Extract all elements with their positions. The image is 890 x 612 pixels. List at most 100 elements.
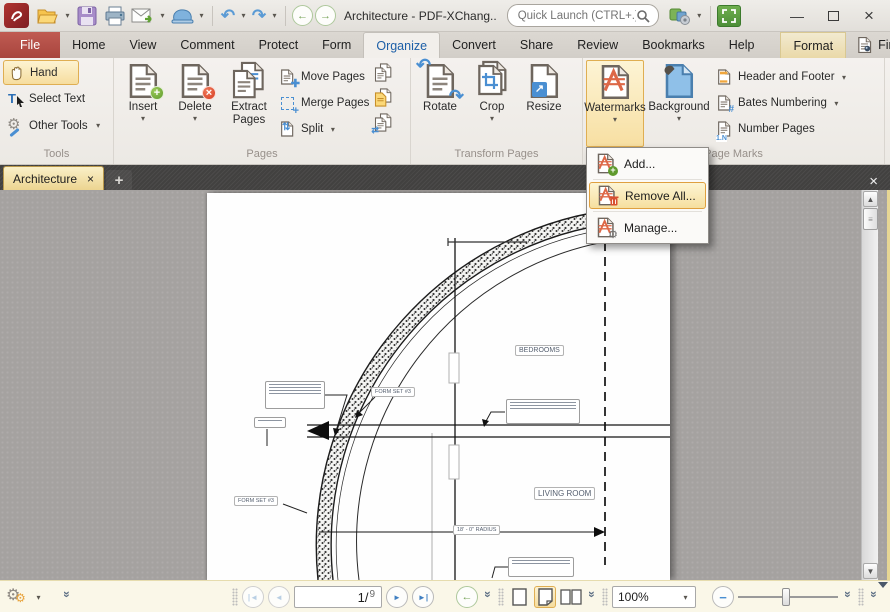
close-button[interactable]: × [852, 4, 886, 28]
save-icon[interactable] [74, 4, 100, 28]
watermarks-button[interactable]: Watermarks ▾ [586, 60, 644, 147]
document-canvas[interactable]: BEDROOMS LIVING ROOM FORM SET #3 FORM SE… [0, 190, 890, 580]
tab-file[interactable]: File [0, 32, 60, 58]
toolbar-drag-handle[interactable] [858, 588, 864, 606]
tab-view[interactable]: View [118, 32, 169, 58]
minimize-button[interactable]: — [780, 4, 814, 28]
next-page-button[interactable]: ► [386, 586, 408, 608]
hand-tool-button[interactable]: Hand [3, 60, 79, 85]
email-caret[interactable]: ▾ [158, 11, 167, 20]
page-number-input[interactable]: 1/9 [294, 586, 382, 608]
vertical-scrollbar[interactable]: ▲ ≡ ▼ [861, 190, 878, 580]
resize-button[interactable]: ↗ Resize [518, 60, 570, 147]
merge-pages-button[interactable]: + Merge Pages [277, 90, 371, 116]
undo-caret[interactable]: ▾ [239, 11, 248, 20]
other-tools-button[interactable]: ⚙ Other Tools ▾ [3, 112, 110, 139]
two-page-layout-icon[interactable] [560, 586, 582, 608]
number-pages-button[interactable]: 1.N Number Pages [714, 116, 851, 142]
previous-view-button[interactable]: ← [456, 586, 478, 608]
open-file-icon[interactable] [35, 4, 61, 28]
open-file-caret[interactable]: ▾ [63, 11, 72, 20]
swap-pages-icon[interactable]: ⇄ [373, 113, 393, 133]
redo-icon[interactable]: ↷ [250, 4, 268, 28]
zoom-slider-handle[interactable] [782, 588, 790, 606]
tab-help[interactable]: Help [717, 32, 767, 58]
tab-convert[interactable]: Convert [440, 32, 508, 58]
tab-share[interactable]: Share [508, 32, 565, 58]
menu-item-remove-all-watermarks[interactable]: Remove All... [589, 182, 706, 209]
header-footer-button[interactable]: Header and Footer ▾ [714, 64, 851, 90]
history-forward-button[interactable]: → [315, 5, 336, 26]
flatten-icon[interactable] [169, 4, 195, 28]
last-page-button[interactable]: ►| [412, 586, 434, 608]
tab-protect[interactable]: Protect [247, 32, 311, 58]
group-tools: Hand T Select Text ⚙ Other Tools ▾ Tools [0, 58, 114, 164]
status-options-caret[interactable]: ▾ [34, 593, 43, 602]
replace-pages-icon[interactable] [373, 88, 393, 108]
split-button[interactable]: ⇅ Split ▾ [277, 116, 371, 142]
scrollbar-thumb[interactable]: ≡ [863, 208, 878, 230]
tab-form[interactable]: Form [310, 32, 363, 58]
zoom-level-select[interactable]: 100% ▾ [612, 586, 696, 608]
duplicate-pages-icon[interactable] [373, 63, 393, 83]
find-document-icon[interactable] [856, 36, 873, 54]
close-document-icon[interactable]: × [857, 173, 890, 190]
history-back-button[interactable]: ← [292, 5, 313, 26]
ui-options-icon[interactable] [667, 4, 693, 28]
insert-button[interactable]: + Insert ▾ [117, 60, 169, 147]
group-pages: + Insert ▾ × Delete ▾ Extract Pages ✚ Mo… [114, 58, 411, 164]
expand-panel-chevrons-icon[interactable]: » [60, 591, 74, 603]
delete-label: Delete [178, 101, 211, 114]
maximize-button[interactable] [816, 4, 850, 28]
zoom-slider[interactable] [738, 596, 838, 598]
redo-caret[interactable]: ▾ [270, 11, 279, 20]
more-views-chevrons-icon[interactable]: » [481, 591, 495, 603]
more-zoom-chevrons-icon[interactable]: » [841, 591, 855, 603]
tab-bookmarks[interactable]: Bookmarks [630, 32, 717, 58]
email-icon[interactable] [130, 4, 156, 28]
status-options-gear-icon[interactable]: ⚙ ⚙ [6, 587, 30, 607]
fullscreen-icon[interactable] [717, 5, 741, 27]
move-pages-button[interactable]: ✚ Move Pages [277, 64, 371, 90]
rotate-button[interactable]: ↶ ↷ Rotate [414, 60, 466, 147]
toolbar-drag-handle[interactable] [602, 588, 608, 606]
continuous-layout-icon[interactable] [534, 586, 556, 608]
hand-icon [9, 65, 24, 81]
scroll-up-icon[interactable]: ▲ [863, 191, 878, 207]
tab-format[interactable]: Format [780, 32, 846, 58]
more-layouts-chevrons-icon[interactable]: » [585, 591, 599, 603]
print-icon[interactable] [102, 4, 128, 28]
quick-launch-input[interactable] [518, 10, 636, 22]
new-tab-button[interactable]: + [106, 170, 132, 190]
single-page-layout-icon[interactable] [508, 586, 530, 608]
overflow-chevrons-icon[interactable]: » [867, 591, 881, 603]
tab-home[interactable]: Home [60, 32, 117, 58]
undo-icon[interactable]: ↶ [219, 4, 237, 28]
first-page-button[interactable]: |◄ [242, 586, 264, 608]
flatten-caret[interactable]: ▾ [197, 11, 206, 20]
crop-button[interactable]: Crop ▾ [466, 60, 518, 147]
callout-form-set-lower: FORM SET #3 [234, 496, 278, 506]
toolbar-drag-handle[interactable] [232, 588, 238, 606]
document-tab-architecture[interactable]: Architecture × [3, 166, 104, 190]
pdf-page[interactable]: BEDROOMS LIVING ROOM FORM SET #3 FORM SE… [207, 193, 670, 580]
menu-item-manage-watermarks[interactable]: ⚙ Manage... [589, 214, 706, 241]
extract-pages-button[interactable]: Extract Pages [221, 60, 277, 147]
zoom-out-button[interactable]: − [712, 586, 734, 608]
background-button[interactable]: Background ▾ [644, 60, 714, 147]
select-text-button[interactable]: T Select Text [3, 85, 110, 112]
quick-launch-box[interactable] [507, 4, 659, 27]
delete-button[interactable]: × Delete ▾ [169, 60, 221, 147]
toolbar-drag-handle[interactable] [498, 588, 504, 606]
scroll-down-icon[interactable]: ▼ [863, 563, 878, 579]
tab-comment[interactable]: Comment [168, 32, 246, 58]
find-cluster: Find... › [846, 32, 890, 58]
find-label[interactable]: Find... [878, 38, 890, 52]
menu-item-add-watermark[interactable]: + Add... [589, 150, 706, 177]
bates-numbering-button[interactable]: # Bates Numbering ▾ [714, 90, 851, 116]
callout-note [265, 381, 325, 409]
tab-review[interactable]: Review [565, 32, 630, 58]
previous-page-button[interactable]: ◄ [268, 586, 290, 608]
document-tab-close-icon[interactable]: × [87, 172, 94, 186]
ui-options-caret[interactable]: ▾ [695, 11, 704, 20]
